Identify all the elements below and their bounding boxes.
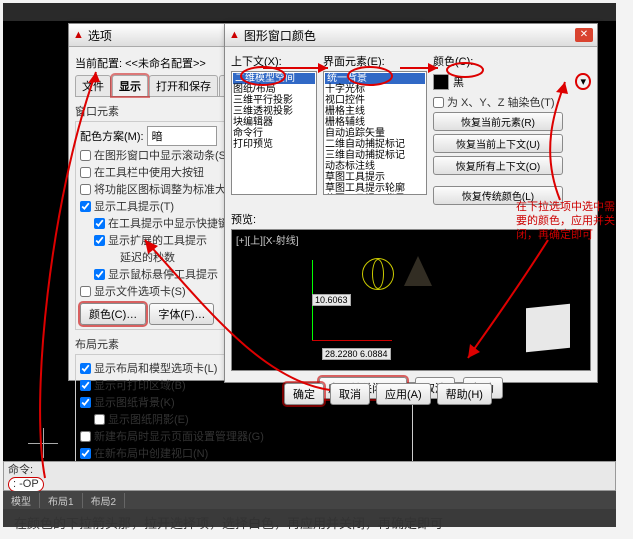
tab-opensave[interactable]: 打开和保存 (149, 75, 218, 96)
config-value: <<未命名配置>> (125, 58, 206, 70)
chk-tint[interactable]: 为 X、Y、Z 轴染色(T) (433, 94, 591, 110)
command-line[interactable]: 命令: : -OP (3, 461, 616, 491)
preview-pane: [+][上][X-射线] 10.6063 28.2280 6.0884 (231, 229, 591, 371)
cad-toolbar (3, 3, 616, 21)
coord1: 10.6063 (312, 294, 351, 306)
tab-file[interactable]: 文件 (75, 75, 111, 96)
annotation-text: 在下拉选项中选中需要的颜色，应用并关闭，再确定即可 (516, 200, 616, 242)
preview-inner-label: [+][上][X-射线] (236, 232, 299, 247)
color-title: 图形窗口颜色 (244, 27, 316, 44)
color-label: 颜色(C): (433, 53, 591, 69)
coord2: 28.2280 6.0884 (322, 348, 391, 360)
axis-x (312, 340, 392, 341)
color-titlebar[interactable]: ▲ 图形窗口颜色 ✕ (225, 24, 597, 47)
tab-layout1[interactable]: 布局1 (40, 493, 83, 508)
chk-l6[interactable]: 在新布局中创建视口(N) (80, 445, 408, 461)
model-tabs[interactable]: 模型 布局1 布局2 (3, 491, 616, 509)
apply2-button[interactable]: 应用(A) (376, 383, 431, 405)
chk-l4[interactable]: 显示图纸阴影(E) (94, 411, 408, 427)
options-title: 选项 (88, 27, 112, 44)
restore-elem-button[interactable]: 恢复当前元素(R) (433, 112, 563, 131)
tab-layout2[interactable]: 布局2 (83, 493, 126, 508)
chk-l5[interactable]: 新建布局时显示页面设置管理器(G) (80, 428, 408, 444)
tab-display[interactable]: 显示 (112, 75, 148, 96)
color-value: 黑 (453, 74, 464, 90)
cancel2-button[interactable]: 取消 (330, 383, 370, 405)
color-swatch (433, 74, 449, 90)
app-icon: ▲ (73, 29, 84, 41)
element-label: 界面元素(E): (323, 53, 427, 69)
config-label: 当前配置: (75, 58, 122, 70)
scheme-label: 配色方案(M): (80, 131, 144, 143)
cmd-label: 命令: (8, 464, 611, 477)
close-icon[interactable]: ✕ (575, 28, 593, 42)
caption-text: 在颜色的下拉箭头那，拉开选择项，选择白色，再应用并关闭，再确定即可 (14, 513, 614, 532)
cube-icon (526, 304, 570, 353)
colors-button[interactable]: 颜色(C)… (80, 303, 146, 325)
color-combo[interactable]: 黑 ▾ (433, 73, 591, 90)
scheme-combo[interactable]: 暗 (147, 126, 217, 146)
wire-cone-icon (404, 256, 432, 286)
options-bottom-buttons: 确定 取消 应用(A) 帮助(H) (284, 383, 492, 405)
wire-sphere-icon (362, 258, 394, 290)
context-label: 上下文(X): (231, 53, 317, 69)
restore-all-button[interactable]: 恢复所有上下文(O) (433, 156, 563, 175)
tab-model[interactable]: 模型 (3, 493, 40, 508)
help2-button[interactable]: 帮助(H) (437, 383, 492, 405)
app-icon: ▲ (229, 29, 240, 41)
restore-ctx-button[interactable]: 恢复当前上下文(U) (433, 134, 563, 153)
dropdown-icon[interactable]: ▾ (575, 73, 591, 90)
ok-button[interactable]: 确定 (284, 383, 324, 405)
cmd-value: : -OP (8, 477, 44, 492)
fonts-button[interactable]: 字体(F)… (149, 303, 214, 325)
context-list[interactable]: 二维模型空间 图纸/布局 三维平行投影 三维透视投影 块编辑器 命令行 打印预览 (231, 71, 317, 195)
element-list[interactable]: 统一背景 十字光标 视口控件 栅格主线 栅格辅线 自动追踪矢量 二维自动捕捉标记… (323, 71, 427, 195)
